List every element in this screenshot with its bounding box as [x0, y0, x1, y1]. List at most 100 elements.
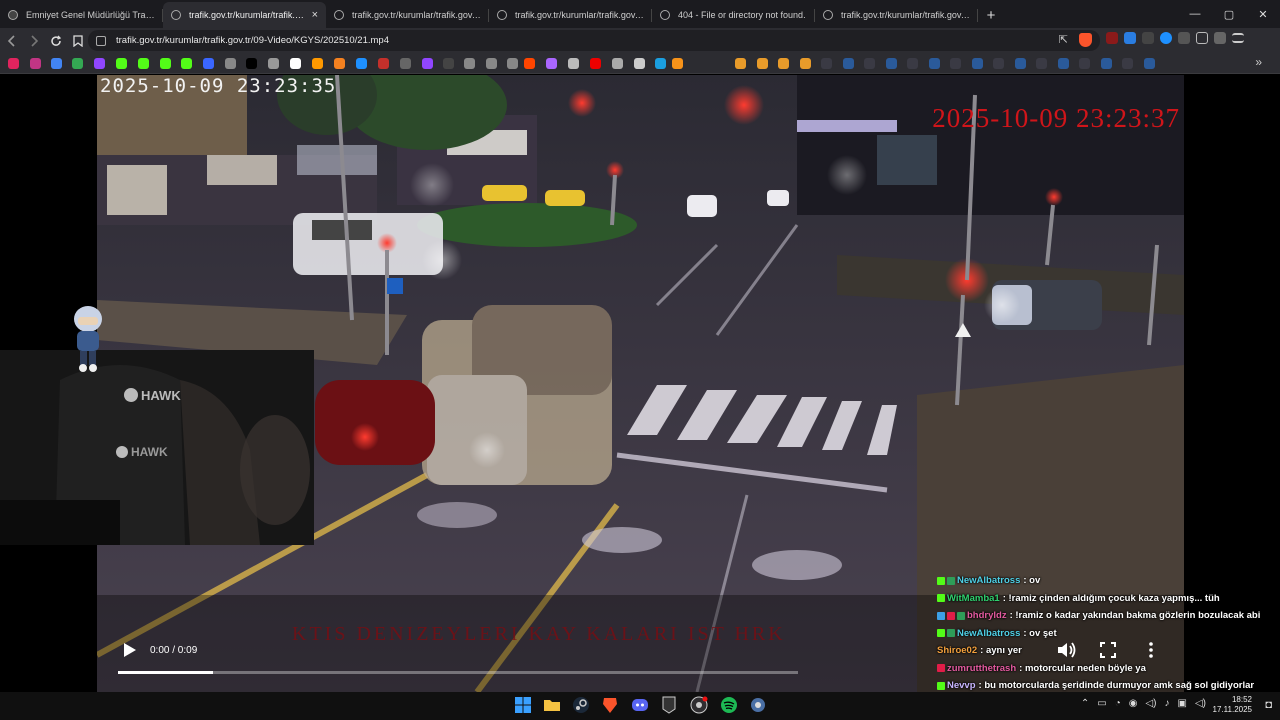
obs-icon[interactable] — [690, 696, 708, 714]
new-tab-button[interactable]: + — [978, 2, 1004, 28]
ublock-icon[interactable] — [1106, 32, 1118, 44]
tab-video-3[interactable]: trafik.gov.tr/kurumlar/trafik.gov.tr/09 — [489, 2, 652, 28]
windows-start-icon[interactable] — [514, 696, 532, 714]
chat-username[interactable]: Shiroe02 — [937, 645, 977, 656]
volume-tray-icon[interactable]: ◁) — [1195, 698, 1206, 709]
bookmark-favicon-icon[interactable] — [507, 58, 518, 69]
back-button[interactable] — [2, 31, 22, 51]
bookmark-page-icon[interactable] — [864, 58, 875, 69]
chat-username[interactable]: WitMamba1 — [947, 593, 1000, 604]
steam-bookmark-icon[interactable] — [885, 58, 897, 69]
bookmark-favicon-icon[interactable] — [568, 58, 579, 69]
chat-username[interactable]: bhdryldz — [967, 610, 1007, 621]
bookmark-favicon-icon[interactable] — [94, 58, 105, 69]
tray-overflow-icon[interactable]: ⌃ — [1081, 698, 1089, 709]
bookmark-favicon-icon[interactable] — [378, 58, 389, 69]
settings-gear-icon[interactable] — [749, 696, 767, 714]
bookmark-favicon-icon[interactable] — [290, 58, 301, 69]
restore-button[interactable]: ▢ — [1212, 0, 1246, 28]
bookmark-favicon-icon[interactable] — [30, 58, 41, 69]
chat-username[interactable]: NewAlbatross — [957, 628, 1020, 639]
tab-close-icon[interactable]: × — [312, 9, 318, 21]
bookmark-page-icon[interactable] — [1122, 58, 1133, 69]
chat-username[interactable]: Nevvp — [947, 680, 976, 691]
bookmark-favicon-icon[interactable] — [524, 58, 535, 69]
bookmarks-overflow-icon[interactable]: » — [1255, 55, 1262, 69]
music-icon[interactable] — [1214, 32, 1226, 44]
bookmark-favicon-icon[interactable] — [334, 58, 345, 69]
spotify-icon[interactable] — [720, 696, 738, 714]
bookmark-page-icon[interactable] — [993, 58, 1004, 69]
bookmark-page-icon[interactable] — [950, 58, 961, 69]
steam-bookmark-icon[interactable] — [1100, 58, 1112, 69]
bookmark-page-icon[interactable] — [735, 58, 746, 69]
system-clock[interactable]: 18:52 17.11.2025 — [1213, 695, 1252, 715]
bookmark-favicon-icon[interactable] — [422, 58, 433, 69]
tab-video-4[interactable]: trafik.gov.tr/kurumlar/trafik.gov.tr/09 — [815, 2, 978, 28]
bookmark-favicon-icon[interactable] — [590, 58, 601, 69]
bookmark-favicon-icon[interactable] — [8, 58, 19, 69]
bookmark-favicon-icon[interactable] — [116, 58, 127, 69]
bookmark-favicon-icon[interactable] — [486, 58, 497, 69]
minimize-button[interactable]: — — [1178, 0, 1212, 28]
tab-egm[interactable]: Emniyet Genel Müdürlüğü Trafik Başk — [0, 2, 163, 28]
play-icon[interactable] — [120, 641, 138, 659]
bookmark-favicon-icon[interactable] — [312, 58, 323, 69]
chat-username[interactable]: zumrutthetrash — [947, 663, 1016, 674]
epic-games-icon[interactable] — [660, 696, 678, 714]
brave-shields-icon[interactable] — [1079, 33, 1092, 47]
url-bar[interactable]: trafik.gov.tr/kurumlar/trafik.gov.tr/09-… — [88, 30, 1100, 51]
microphone-icon[interactable]: ♪ — [1165, 698, 1170, 709]
brave-browser-icon[interactable] — [601, 696, 619, 714]
bookmark-favicon-icon[interactable] — [51, 58, 62, 69]
bookmark-favicon-icon[interactable] — [464, 58, 475, 69]
seek-bar[interactable] — [118, 671, 798, 674]
sidebar-icon[interactable] — [1196, 32, 1208, 44]
bookmark-favicon-icon[interactable] — [400, 58, 411, 69]
reload-button[interactable] — [46, 31, 66, 51]
bookmark-favicon-icon[interactable] — [268, 58, 279, 69]
menu-icon[interactable] — [1232, 33, 1244, 43]
discord-icon[interactable] — [631, 696, 649, 714]
steam-bookmark-icon[interactable] — [756, 58, 768, 69]
steam-tray-icon[interactable]: ◉ — [1129, 698, 1138, 709]
bookmark-favicon-icon[interactable] — [634, 58, 645, 69]
bookmark-favicon-icon[interactable] — [546, 58, 557, 69]
bookmark-favicon-icon[interactable] — [356, 58, 367, 69]
battery-icon[interactable]: ▭ — [1097, 698, 1106, 709]
bookmark-favicon-icon[interactable] — [72, 58, 83, 69]
steam-bookmark-icon[interactable] — [1143, 58, 1155, 69]
extension-icon[interactable] — [1142, 32, 1154, 44]
forward-button[interactable] — [24, 31, 44, 51]
bookmark-favicon-icon[interactable] — [672, 58, 683, 69]
file-explorer-icon[interactable] — [543, 696, 561, 714]
bookmark-favicon-icon[interactable] — [246, 58, 257, 69]
bookmark-button[interactable] — [68, 31, 88, 51]
notification-bell-icon[interactable]: ◘ — [1265, 699, 1272, 711]
bookmark-favicon-icon[interactable] — [203, 58, 214, 69]
bookmark-page-icon[interactable] — [1036, 58, 1047, 69]
bookmark-favicon-icon[interactable] — [181, 58, 192, 69]
bookmark-page-icon[interactable] — [1079, 58, 1090, 69]
bookmark-favicon-icon[interactable] — [655, 58, 666, 69]
bookmark-favicon-icon[interactable] — [225, 58, 236, 69]
extensions-puzzle-icon[interactable] — [1178, 32, 1190, 44]
bookmark-page-icon[interactable] — [907, 58, 918, 69]
tab-active-video[interactable]: trafik.gov.tr/kurumlar/trafik.gov.t × — [163, 2, 326, 28]
extension-icon[interactable] — [1124, 32, 1136, 44]
bookmark-page-icon[interactable] — [778, 58, 789, 69]
extension-icon[interactable] — [1160, 32, 1172, 44]
bookmark-favicon-icon[interactable] — [612, 58, 623, 69]
bookmark-favicon-icon[interactable] — [160, 58, 171, 69]
bookmark-page-icon[interactable] — [821, 58, 832, 69]
close-window-button[interactable]: ✕ — [1246, 0, 1280, 28]
tab-video-2[interactable]: trafik.gov.tr/kurumlar/trafik.gov.tr/09 — [326, 2, 489, 28]
steam-bookmark-icon[interactable] — [799, 58, 811, 69]
steam-bookmark-icon[interactable] — [842, 58, 854, 69]
bookmark-favicon-icon[interactable] — [443, 58, 454, 69]
network-icon[interactable]: ◔ — [1115, 698, 1121, 709]
tab-404[interactable]: 404 - File or directory not found. — [652, 2, 815, 28]
site-settings-icon[interactable] — [96, 35, 106, 46]
steam-bookmark-icon[interactable] — [971, 58, 983, 69]
video-player[interactable]: 2025-10-09 23:23:35 2025-10-09 23:23:37 … — [0, 75, 1280, 692]
